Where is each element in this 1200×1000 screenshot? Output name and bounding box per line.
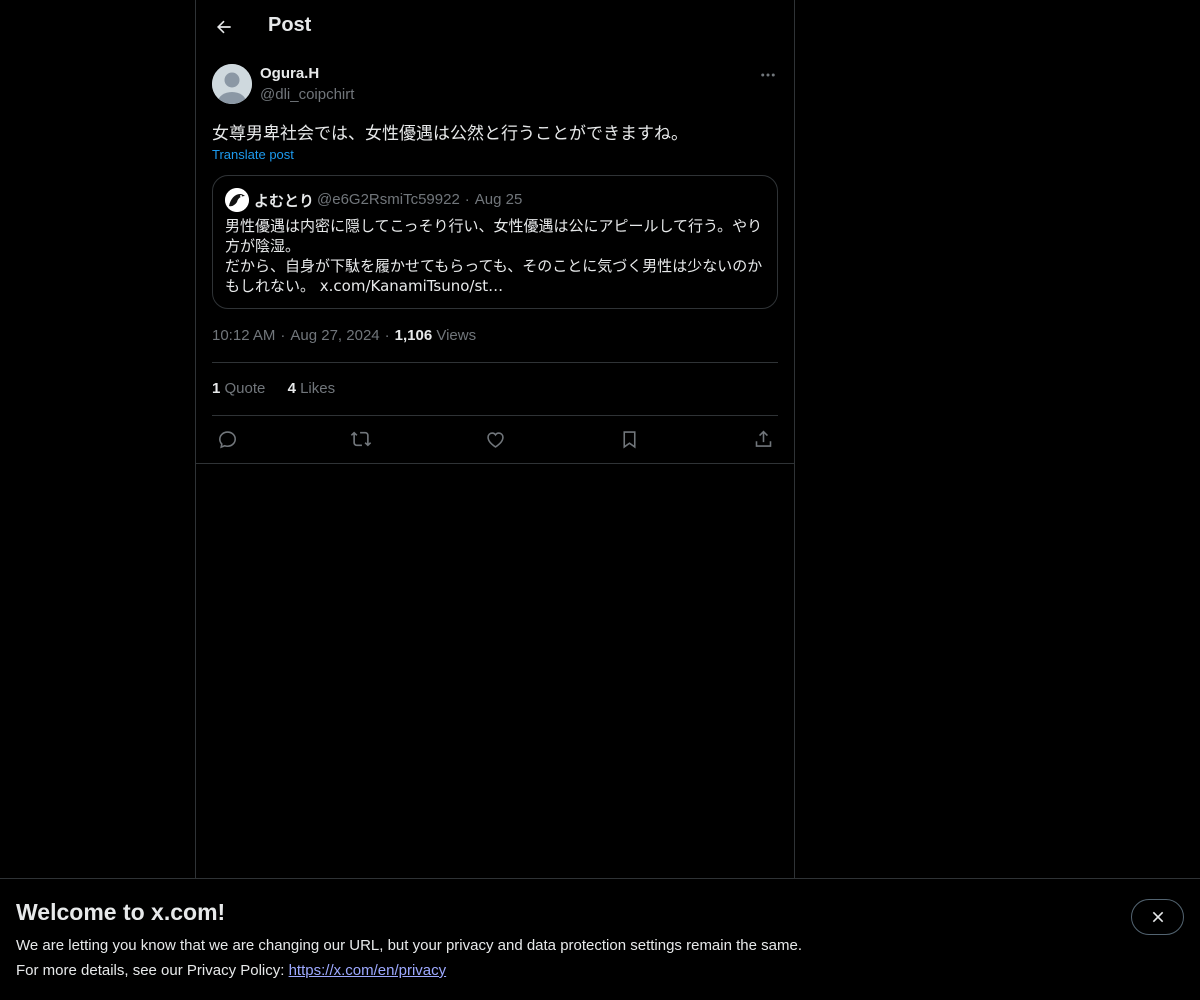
share-button[interactable] [748,424,778,454]
likes-label: Likes [300,380,336,397]
reply-icon [218,430,236,448]
welcome-banner: Welcome to x.com! We are letting you kno… [0,878,1200,1000]
banner-text-prefix: For more details, see our Privacy Policy… [16,962,289,979]
repost-icon [350,431,372,447]
privacy-policy-link[interactable]: https://x.com/en/privacy [289,962,447,979]
quoted-author-handle: @e6G2RsmiTc59922 [317,191,460,208]
default-avatar-icon [212,64,252,104]
quote-label: Quote [224,380,266,397]
bookmark-button[interactable] [614,424,644,454]
bookmark-icon [622,430,636,448]
separator-dot: · [280,327,286,344]
views-label: Views [436,327,477,344]
views-count: 1,106 [394,327,433,344]
quoted-author-name: よむとり [254,192,315,210]
post-header: Post [196,0,794,54]
timestamp-row: 10:12 AM · Aug 27, 2024 · 1,106 Views [212,327,476,344]
quoted-text: 男性優遇は内密に隠してこっそり行い、女性優遇は公にアピールして行う。やり方が陰湿… [225,217,763,295]
action-bar [212,425,778,453]
arrow-left-icon [217,20,231,34]
quotes-stat[interactable]: 1 Quote [212,380,265,397]
divider [196,463,794,464]
repost-button[interactable] [346,424,376,454]
separator-dot: · [464,191,470,208]
page-title: Post [268,14,312,36]
likes-count: 4 [287,380,296,397]
back-button[interactable] [208,11,240,43]
like-button[interactable] [480,424,510,454]
engagement-stats: 1 Quote 4 Likes [212,380,353,397]
banner-text: For more details, see our Privacy Policy… [16,962,446,979]
reply-button[interactable] [212,424,242,454]
heart-icon [486,431,504,448]
banner-text: We are letting you know that we are chan… [16,937,802,954]
avatar[interactable] [212,64,252,104]
close-icon [1152,911,1163,923]
bird-avatar-icon [225,188,249,212]
divider [212,362,778,363]
post-date[interactable]: Aug 27, 2024 [290,327,379,344]
more-button[interactable] [756,63,780,87]
author-name[interactable]: Ogura.H [260,65,319,82]
quote-count: 1 [212,380,221,397]
quoted-post-card[interactable]: よむとり @e6G2RsmiTc59922 · Aug 25 男性優遇は内密に隠して… [212,175,778,309]
share-icon [755,430,771,447]
close-banner-button[interactable] [1131,899,1184,935]
translate-post-link[interactable]: Translate post [212,147,294,162]
author-handle[interactable]: @dli_coipchirt [260,86,354,103]
post-text: 女尊男卑社会では、女性優遇は公然と行うことができますね。 [212,124,688,144]
post-column: Post Ogura.H @dli_coipchirt 女尊男卑社会では、女性優… [195,0,795,879]
separator-dot: · [384,327,390,344]
likes-stat[interactable]: 4 Likes [288,380,336,397]
quoted-date: Aug 25 [474,191,523,208]
banner-title: Welcome to x.com! [16,899,226,925]
post-time[interactable]: 10:12 AM [212,327,275,344]
quoted-avatar [225,188,249,212]
more-horizontal-icon [761,73,775,77]
quoted-meta: @e6G2RsmiTc59922 · Aug 25 [317,191,522,208]
divider [212,415,778,416]
